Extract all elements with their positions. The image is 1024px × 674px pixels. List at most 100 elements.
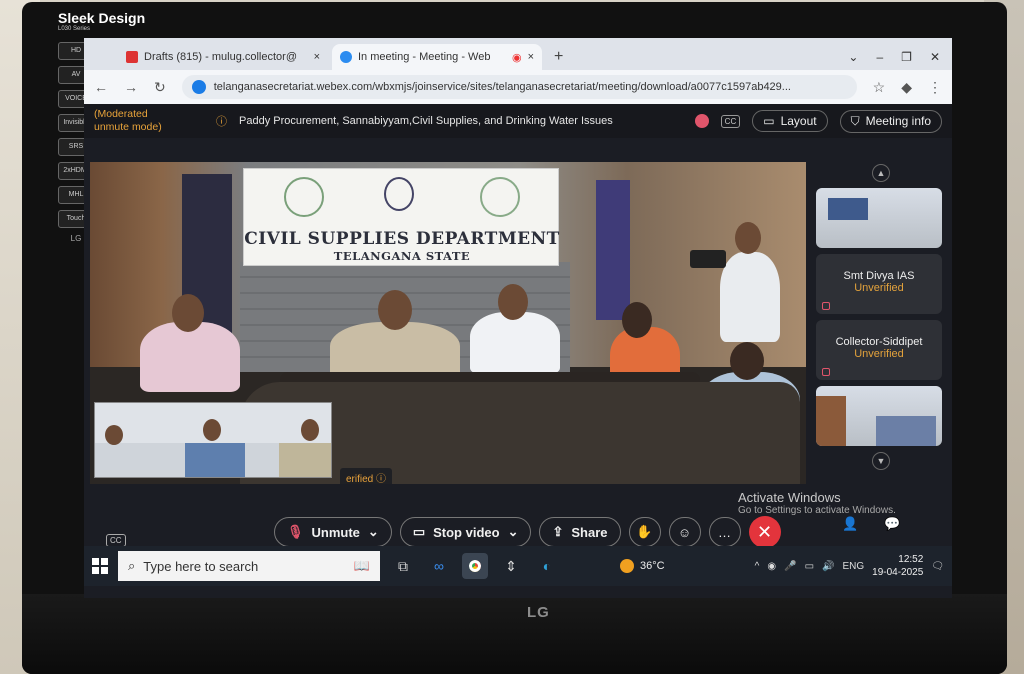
close-window-icon[interactable]: ✕ [930, 50, 940, 64]
taskbar-search-box[interactable]: ⌕ Type here to search 📖 [118, 551, 380, 581]
notification-icon[interactable]: 🗨 [931, 561, 944, 572]
taskbar-clock[interactable]: 12:52 19-04-2025 [872, 553, 923, 579]
bookmark-star-icon[interactable]: ☆ [873, 79, 886, 96]
chat-icon[interactable]: 💬 [884, 516, 900, 532]
participants-icon[interactable]: 👤 [842, 516, 858, 532]
sun-icon [620, 559, 634, 573]
copilot-icon[interactable]: ∞ [426, 553, 452, 579]
civil-supplies-emblem [480, 177, 520, 217]
tab-search-icon[interactable]: ⌄ [848, 50, 858, 64]
banner-title: CIVIL SUPPLIES DEPARTMENT [244, 229, 560, 249]
banner-subtitle: TELANGANA STATE [333, 249, 471, 263]
photographer-figure [720, 252, 780, 342]
participant-head [172, 294, 204, 332]
info-icon[interactable]: ⓘ [216, 113, 227, 129]
tab-close-icon[interactable]: × [314, 51, 320, 63]
activate-windows-watermark: Activate Windows Go to Settings to activ… [738, 490, 896, 516]
screen: Drafts (815) - mulug.collector@ × In mee… [84, 38, 952, 598]
tab-close-icon[interactable]: × [528, 51, 534, 63]
chevron-down-icon[interactable]: ▼ [872, 452, 890, 470]
participant-status: Unverified [854, 348, 904, 360]
search-highlight-icon: 📖 [353, 558, 370, 573]
mic-off-icon [822, 302, 830, 310]
recording-indicator-icon[interactable] [694, 114, 709, 128]
pip-participant-body [279, 443, 331, 477]
camera-tray-icon[interactable]: ◉ [767, 561, 776, 572]
temperature: 36°C [640, 560, 665, 572]
back-icon[interactable]: ← [94, 79, 108, 95]
participant-tile-video[interactable] [816, 188, 942, 248]
participant-name: Collector-Siddipet [835, 336, 923, 348]
photographer-head [735, 222, 761, 254]
pip-participant-head [105, 425, 123, 445]
smiley-icon: ☺ [677, 524, 692, 540]
edge-icon[interactable]: ◐ [534, 553, 560, 579]
layout-label: Layout [780, 114, 817, 128]
participant-head [622, 302, 652, 338]
participant-head [498, 284, 528, 320]
recording-icon: ◉ [511, 51, 522, 64]
participant-strip: ▲ Smt Divya IAS Unverified Collector-Sid… [816, 164, 946, 494]
share-button[interactable]: ⇪ Share [539, 517, 621, 547]
raise-hand-button[interactable]: ✋ [628, 517, 661, 547]
main-video-stage[interactable]: CIVIL SUPPLIES DEPARTMENT TELANGANA STAT… [90, 162, 806, 484]
tab-webex-meeting[interactable]: In meeting - Meeting - Web ◉ × [332, 44, 542, 70]
unverified-tag-label: erified [346, 474, 374, 484]
task-view-icon[interactable]: ⧉ [390, 553, 416, 579]
pip-participant-head [301, 419, 319, 441]
browser-tab-bar: Drafts (815) - mulug.collector@ × In mee… [84, 38, 952, 70]
reactions-button[interactable]: ☺ [668, 517, 701, 547]
minimize-icon[interactable]: – [876, 50, 883, 64]
lg-logo: LG [527, 604, 550, 621]
system-tray: ^ ◉ 🎤 ▭ 🔊 ENG 12:52 19-04-2025 🗨 [755, 553, 944, 579]
chevron-up-icon[interactable]: ▲ [872, 164, 890, 182]
more-options-button[interactable]: … [708, 517, 741, 547]
participant-tile-video[interactable] [816, 386, 942, 446]
close-icon: ✕ [756, 521, 773, 542]
stop-video-button[interactable]: ▭ Stop video ⌄ [399, 517, 532, 547]
curtain-right [596, 180, 630, 320]
weather-widget[interactable]: 36°C [620, 559, 665, 573]
site-icon [191, 80, 206, 94]
department-banner: CIVIL SUPPLIES DEPARTMENT TELANGANA STAT… [243, 168, 559, 266]
tab-gmail[interactable]: Drafts (815) - mulug.collector@ × [118, 44, 328, 70]
more-icon: … [718, 524, 732, 540]
share-label: Share [571, 524, 608, 540]
gmail-icon [126, 51, 138, 63]
language-indicator[interactable]: ENG [842, 561, 864, 572]
participant-tile-smt-divya[interactable]: Smt Divya IAS Unverified [816, 254, 942, 314]
leave-meeting-button[interactable]: ✕ [748, 516, 781, 548]
webex-icon [340, 51, 352, 63]
address-url: telanganasecretariat.webex.com/wbxmjs/jo… [213, 81, 791, 93]
captions-icon[interactable]: CC [720, 114, 741, 128]
mic-tray-icon[interactable]: 🎤 [784, 561, 796, 572]
chrome-taskbar-icon[interactable] [462, 553, 488, 579]
unmute-button[interactable]: 🎙 Unmute ⌄ [274, 517, 392, 547]
layout-button[interactable]: ▭ Layout [752, 110, 828, 132]
reload-icon[interactable]: ↻ [154, 79, 166, 96]
department-logo [384, 177, 414, 211]
moderated-mode-label: (Moderated unmute mode) [94, 108, 204, 134]
windows-start-icon[interactable] [92, 558, 108, 574]
taskbar-scroll-icon[interactable]: ⇕ [498, 553, 524, 579]
network-icon[interactable]: ▭ [805, 561, 814, 572]
address-bar[interactable]: telanganasecretariat.webex.com/wbxmjs/jo… [181, 75, 857, 99]
volume-icon[interactable]: 🔊 [822, 561, 834, 572]
panel-toggles: 👤 💬 [842, 516, 900, 532]
forward-icon[interactable]: → [124, 79, 138, 95]
window-controls: ⌄ – ❐ ✕ [836, 50, 952, 70]
meeting-header: (Moderated unmute mode) ⓘ Paddy Procurem… [84, 104, 952, 138]
chevron-up-icon[interactable]: ^ [755, 561, 760, 572]
pip-participant-body [185, 443, 245, 477]
restore-icon[interactable]: ❐ [901, 50, 912, 64]
participant-tile-collector-siddipet[interactable]: Collector-Siddipet Unverified [816, 320, 942, 380]
profile-icon[interactable]: ◆ [901, 79, 912, 96]
menu-icon[interactable]: ⋮ [928, 79, 942, 96]
tile-door [816, 396, 846, 446]
unverified-tag: erified ⓘ [340, 468, 393, 484]
self-view-video[interactable] [94, 402, 332, 478]
new-tab-button[interactable]: + [546, 48, 571, 70]
mic-muted-icon: 🎙 [287, 524, 304, 539]
monitor-series: L030 Series [58, 26, 91, 32]
meeting-info-button[interactable]: ⛉ Meeting info [839, 109, 942, 133]
